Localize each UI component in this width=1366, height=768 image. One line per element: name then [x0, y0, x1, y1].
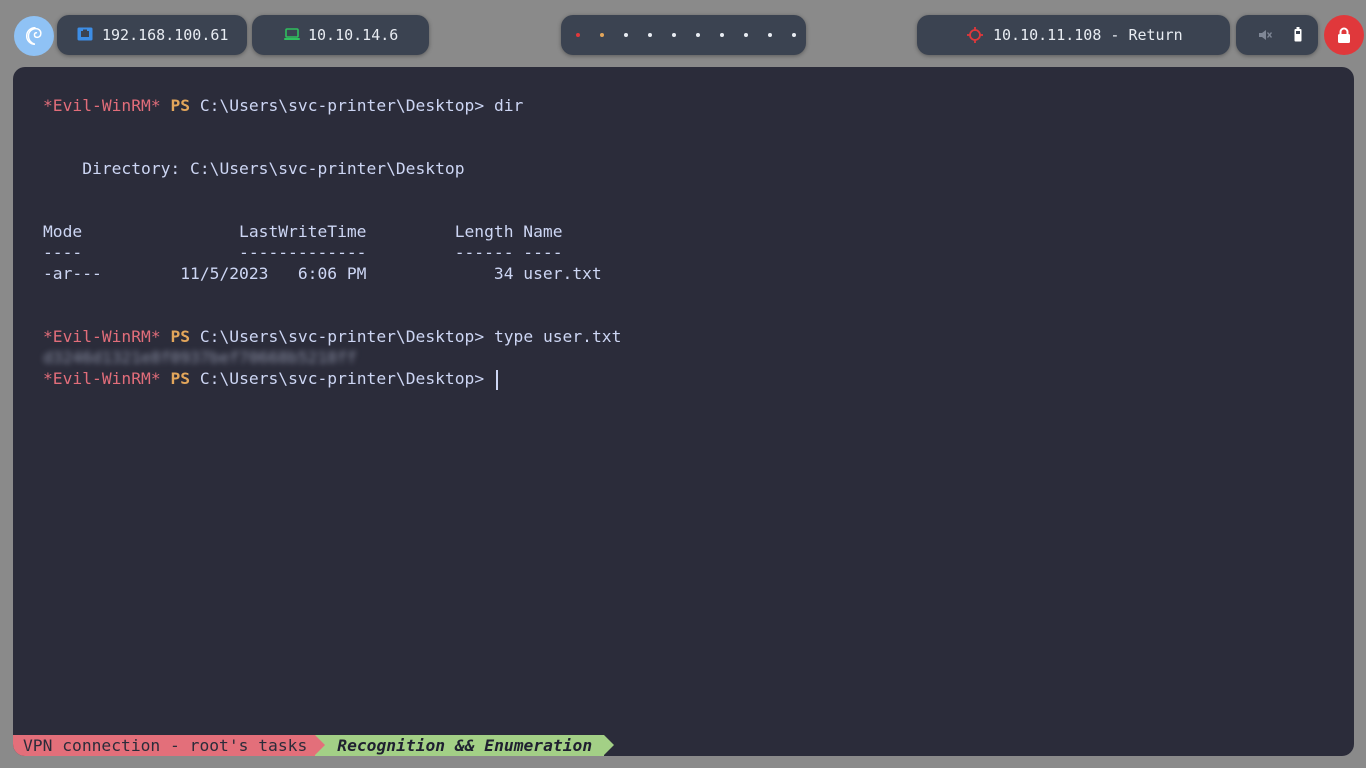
laptop-icon [284, 28, 300, 40]
status-phase-segment: Recognition && Enumeration [315, 735, 615, 756]
prompt-path: C:\Users\svc-printer\Desktop> [199, 327, 485, 346]
workspace-4[interactable] [648, 33, 652, 37]
prompt-path: C:\Users\svc-printer\Desktop> [199, 96, 485, 115]
target-text: 10.10.11.108 - Return [993, 26, 1183, 44]
target-widget[interactable]: 10.10.11.108 - Return [917, 15, 1230, 55]
workspace-3[interactable] [624, 33, 628, 37]
command-type: type user.txt [484, 327, 622, 346]
lock-button[interactable] [1324, 15, 1364, 55]
terminal-window[interactable]: *Evil-WinRM* PS C:\Users\svc-printer\Des… [13, 67, 1354, 756]
prompt-shell: *Evil-WinRM* [43, 327, 161, 346]
workspace-2[interactable] [600, 33, 604, 37]
table-header: Mode LastWriteTime Length Name [43, 222, 563, 241]
launcher-button[interactable] [14, 16, 54, 56]
prompt-ps: PS [170, 327, 191, 346]
table-row: -ar--- 11/5/2023 6:06 PM 34 user.txt [43, 264, 602, 283]
ethernet-icon [77, 27, 93, 41]
workspace-1[interactable] [576, 33, 580, 37]
prompt-path: C:\Users\svc-printer\Desktop> [199, 369, 485, 388]
status-task-text: VPN connection - root's tasks [23, 736, 308, 755]
workspace-9[interactable] [768, 33, 772, 37]
workspace-10[interactable] [792, 33, 796, 37]
lock-icon [1338, 27, 1350, 43]
prompt-line-1: *Evil-WinRM* PS C:\Users\svc-printer\Des… [43, 95, 621, 116]
prompt-ps: PS [170, 96, 191, 115]
top-panel: 192.168.100.61 10.10.14.6 10.10.11.108 -… [0, 0, 1366, 68]
vpn-ip-text: 10.10.14.6 [308, 26, 399, 44]
directory-line: Directory: C:\Users\svc-printer\Desktop [43, 159, 465, 178]
local-ip-text: 192.168.100.61 [102, 26, 229, 44]
local-ip-widget[interactable]: 192.168.100.61 [57, 15, 247, 55]
status-phase-text: Recognition && Enumeration [337, 736, 593, 755]
prompt-line-3: *Evil-WinRM* PS C:\Users\svc-printer\Des… [43, 368, 621, 390]
workspace-6[interactable] [696, 33, 700, 37]
workspace-5[interactable] [672, 33, 676, 37]
flag-output: d3246d1321e8f0937bef70668b5218ff [43, 348, 357, 367]
prompt-ps: PS [170, 369, 191, 388]
workspaces-widget[interactable] [561, 15, 806, 55]
workspace-8[interactable] [744, 33, 748, 37]
workspace-7[interactable] [720, 33, 724, 37]
command-dir: dir [484, 96, 524, 115]
battery-icon[interactable] [1294, 27, 1302, 42]
command-input[interactable] [484, 369, 494, 388]
prompt-shell: *Evil-WinRM* [43, 369, 161, 388]
table-underline: ---- ------------- ------ ---- [43, 243, 563, 262]
prompt-shell: *Evil-WinRM* [43, 96, 161, 115]
text-cursor [495, 369, 498, 390]
speaker-muted-icon[interactable] [1258, 28, 1272, 42]
crosshair-icon [967, 27, 983, 43]
status-task-segment: VPN connection - root's tasks [13, 735, 326, 756]
debian-icon [25, 27, 42, 45]
vpn-ip-widget[interactable]: 10.10.14.6 [252, 15, 429, 55]
prompt-line-2: *Evil-WinRM* PS C:\Users\svc-printer\Des… [43, 326, 621, 347]
system-tray[interactable] [1236, 15, 1318, 55]
terminal-output: *Evil-WinRM* PS C:\Users\svc-printer\Des… [43, 95, 621, 390]
tmux-status-bar: VPN connection - root's tasks Recognitio… [13, 735, 615, 756]
